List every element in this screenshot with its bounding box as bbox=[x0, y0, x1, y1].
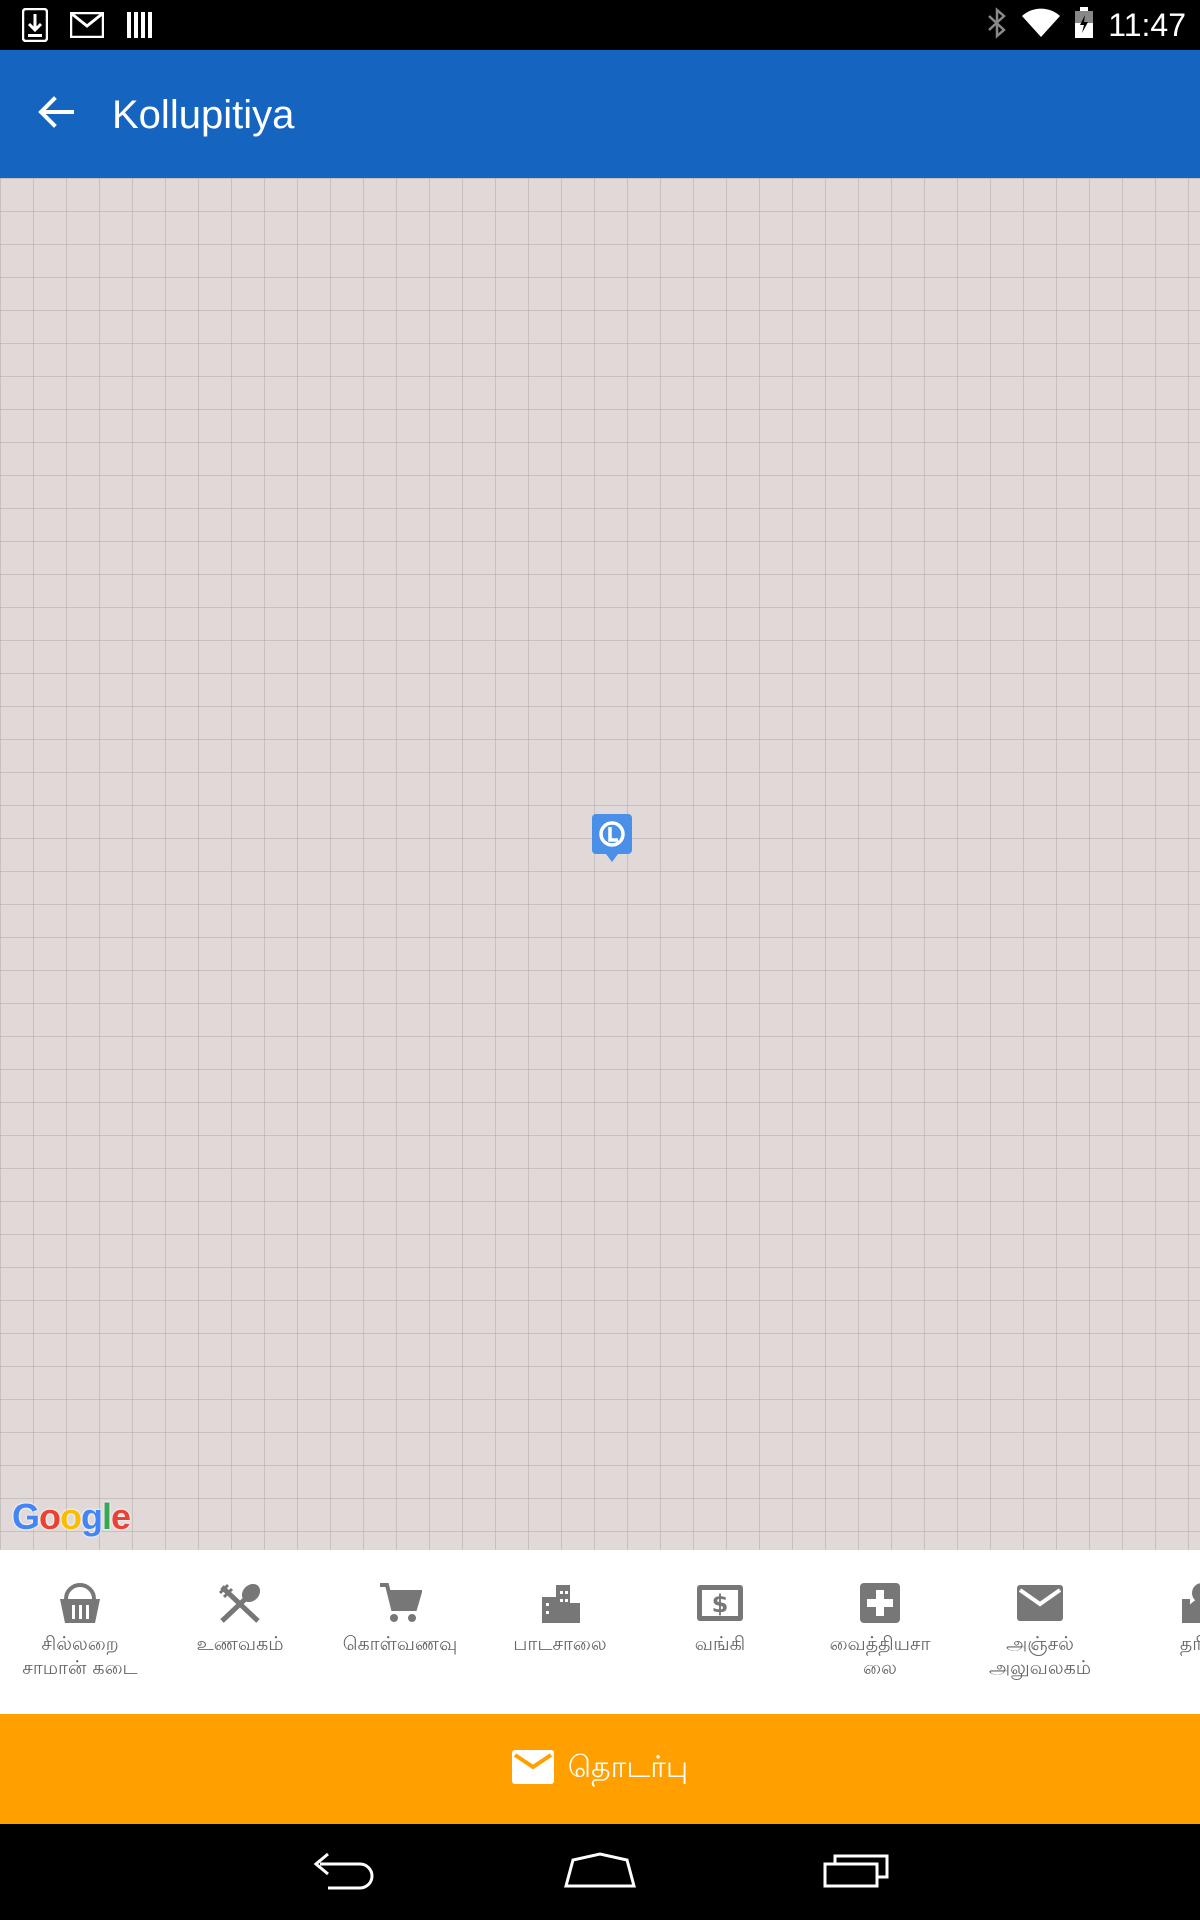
arrow-back-icon bbox=[38, 96, 74, 132]
category-label: கொள்வணவு bbox=[342, 1633, 458, 1655]
clock: 11:47 bbox=[1108, 7, 1186, 43]
hospital-icon bbox=[855, 1578, 905, 1628]
google-logo: Google bbox=[12, 1496, 131, 1538]
money-icon: $ bbox=[695, 1578, 745, 1628]
system-icons: 11:47 bbox=[986, 4, 1186, 46]
back-button[interactable] bbox=[26, 84, 86, 144]
category-label: அஞ்சல் அலுவலகம் bbox=[988, 1633, 1092, 1679]
status-bar: 11:47 bbox=[0, 0, 1200, 50]
category-label: பாடசாலை bbox=[513, 1633, 607, 1655]
page-title: Kollupitiya bbox=[112, 93, 295, 137]
bluetooth-icon bbox=[986, 7, 1008, 43]
gmail-icon bbox=[69, 11, 105, 42]
home-nav-icon bbox=[563, 1852, 637, 1892]
wifi-icon bbox=[1022, 8, 1061, 42]
category-shopping[interactable]: கொள்வணவு bbox=[320, 1550, 480, 1714]
basket-icon bbox=[55, 1578, 105, 1628]
recents-nav-button[interactable] bbox=[812, 1844, 902, 1900]
home-nav-button[interactable] bbox=[555, 1844, 645, 1900]
category-label: உணவகம் bbox=[196, 1633, 284, 1655]
contact-label: தொடர்பு bbox=[567, 1749, 689, 1785]
cart-icon bbox=[375, 1578, 425, 1628]
google-logo-letter: e bbox=[111, 1496, 131, 1537]
mail-icon bbox=[1015, 1578, 1065, 1628]
category-bank[interactable]: $ வங்கி bbox=[640, 1550, 800, 1714]
category-restaurant[interactable]: உணவகம் bbox=[160, 1550, 320, 1714]
building-icon bbox=[535, 1578, 585, 1628]
map-view[interactable]: Google bbox=[0, 178, 1200, 1550]
category-more[interactable]: தரிப் bbox=[1120, 1550, 1200, 1714]
back-nav-icon bbox=[308, 1850, 378, 1894]
recents-nav-icon bbox=[822, 1851, 892, 1893]
google-logo-letter: G bbox=[12, 1496, 40, 1537]
restaurant-icon bbox=[215, 1578, 265, 1628]
category-retail[interactable]: சில்லறை சாமான் கடை bbox=[0, 1550, 160, 1714]
download-icon bbox=[21, 7, 49, 46]
google-logo-letter: o bbox=[39, 1496, 61, 1537]
category-label: வங்கி bbox=[694, 1633, 746, 1655]
svg-text:$: $ bbox=[712, 1590, 729, 1618]
category-post-office[interactable]: அஞ்சல் அலுவலகம் bbox=[960, 1550, 1120, 1714]
category-school[interactable]: பாடசாலை bbox=[480, 1550, 640, 1714]
notification-icons bbox=[21, 7, 154, 46]
category-label: தரிப் bbox=[1179, 1633, 1200, 1655]
location-marker-icon[interactable] bbox=[592, 814, 632, 864]
google-logo-letter: o bbox=[60, 1496, 82, 1537]
category-hospital[interactable]: வைத்தியசா லை bbox=[800, 1550, 960, 1714]
person-icon bbox=[1175, 1578, 1200, 1628]
battery-icon bbox=[1074, 7, 1094, 43]
category-label: சில்லறை சாமான் கடை bbox=[22, 1633, 138, 1679]
contact-button[interactable]: தொடர்பு bbox=[0, 1714, 1200, 1824]
google-logo-letter: g bbox=[81, 1496, 103, 1537]
back-nav-button[interactable] bbox=[298, 1844, 388, 1900]
navigation-bar bbox=[0, 1824, 1200, 1920]
app-bar: Kollupitiya bbox=[0, 50, 1200, 178]
mail-icon bbox=[511, 1750, 554, 1788]
category-label: வைத்தியசா லை bbox=[829, 1633, 931, 1679]
barcode-icon bbox=[126, 11, 154, 43]
google-logo-letter: l bbox=[102, 1496, 112, 1537]
category-bar: சில்லறை சாமான் கடை உணவகம் கொள்வணவு பாடசா… bbox=[0, 1550, 1200, 1714]
